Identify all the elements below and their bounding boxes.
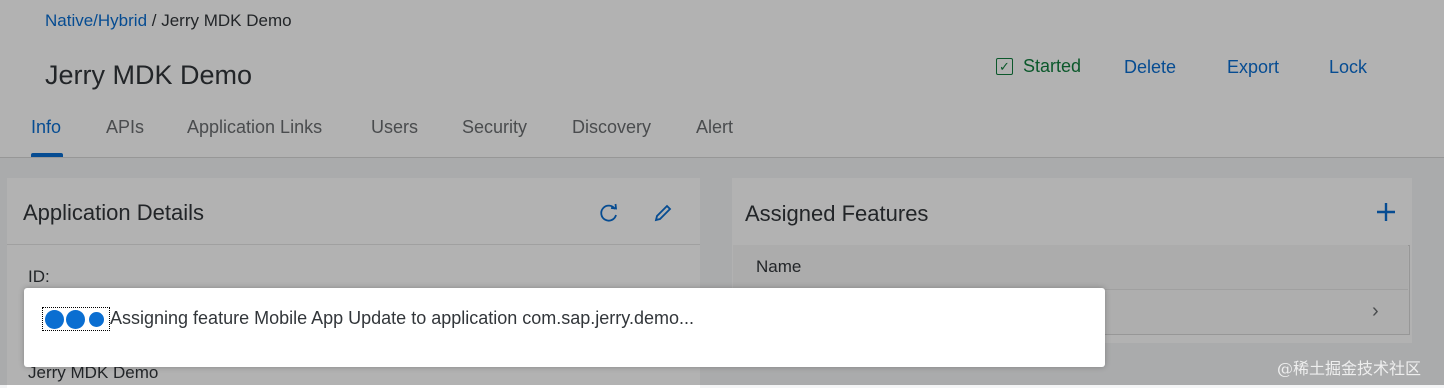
busy-dot-icon [66, 309, 85, 329]
watermark: @稀土掘金技术社区 [1277, 359, 1422, 378]
busy-message: Assigning feature Mobile App Update to a… [110, 308, 694, 328]
busy-dot-icon [45, 309, 64, 329]
busy-indicator [42, 307, 110, 331]
busy-dot-icon [89, 311, 104, 327]
